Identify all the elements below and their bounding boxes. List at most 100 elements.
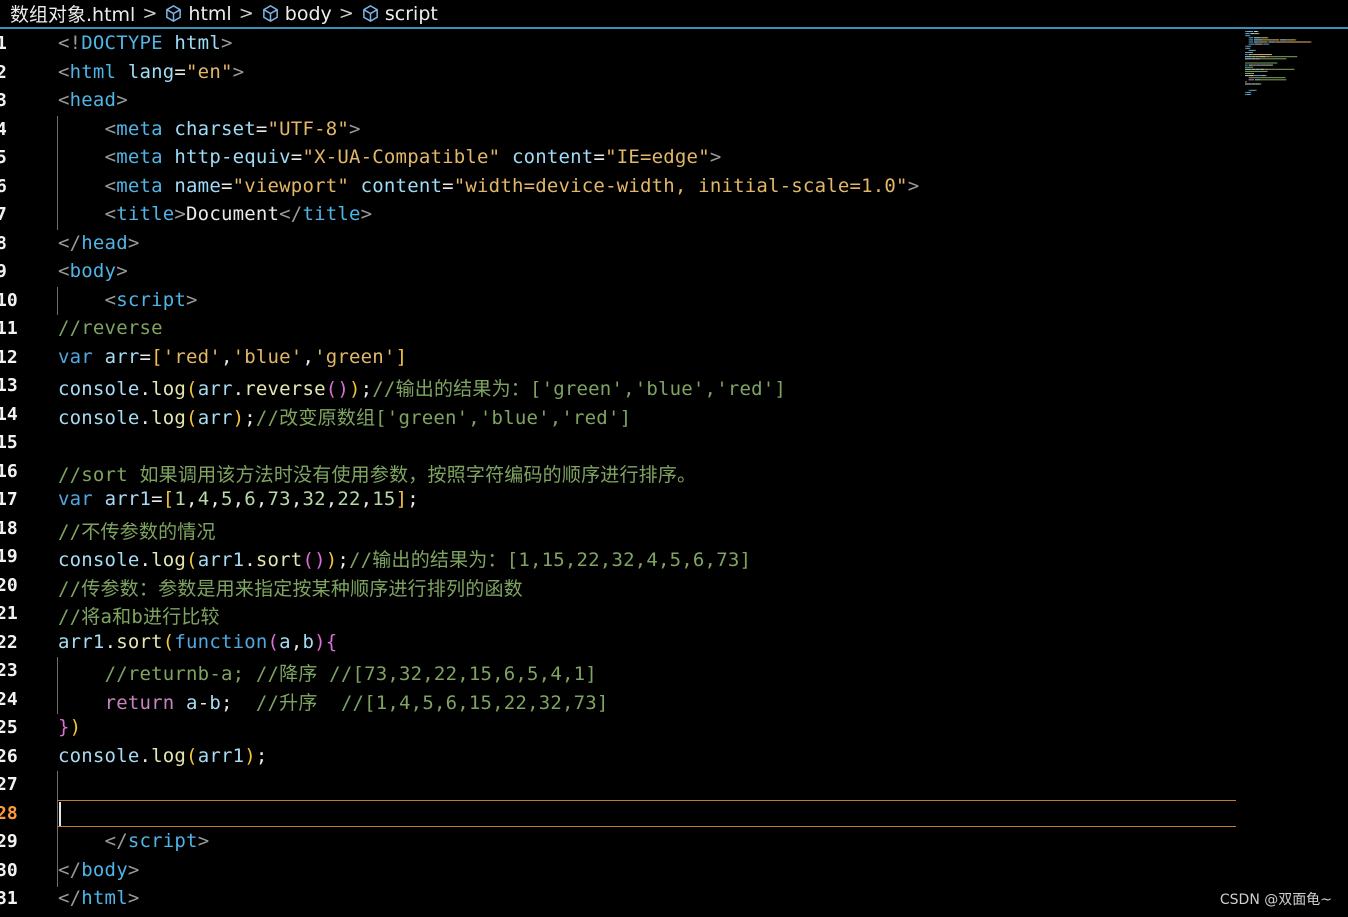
- breadcrumb-item-body[interactable]: body: [261, 3, 332, 25]
- line-number: 23: [0, 660, 18, 681]
- code-token: //改变原数组['green','blue','red']: [255, 406, 632, 429]
- code-token: //returnb-a; //降序 //[73,32,22,15,6,5,4,1…: [104, 663, 597, 685]
- code-line[interactable]: 18 //不传参数的情况: [0, 515, 1348, 544]
- minimap-stroke: [1274, 41, 1276, 43]
- code-line[interactable]: 11 //reverse: [0, 315, 1348, 344]
- minimap-stroke: [1258, 56, 1260, 58]
- minimap-stroke: [1254, 33, 1255, 35]
- minimap-stroke: [1265, 75, 1267, 77]
- code-line[interactable]: 23 //returnb-a; //降序 //[73,32,22,15,6,5,…: [0, 657, 1348, 686]
- minimap-stroke: [1255, 68, 1260, 70]
- minimap-stroke: [1310, 41, 1312, 43]
- minimap-stroke: [1266, 68, 1268, 70]
- code-line[interactable]: 6 <meta name="viewport" content="width=d…: [0, 173, 1348, 202]
- code-line[interactable]: 3 <head>: [0, 87, 1348, 116]
- code-line[interactable]: 1 <!DOCTYPE html>: [0, 30, 1348, 59]
- code-line[interactable]: 13 console.log(arr.reverse());//输出的结果为：['…: [0, 372, 1348, 401]
- minimap-stroke: [1245, 31, 1247, 32]
- breadcrumb-file-label: 数组对象.html: [10, 4, 136, 26]
- minimap-stroke: [1248, 41, 1250, 43]
- minimap-stroke: [1260, 68, 1264, 70]
- minimap-stroke: [1254, 83, 1256, 85]
- code-line[interactable]: 26 console.log(arr1);: [0, 743, 1348, 772]
- minimap-stroke: [1263, 64, 1266, 66]
- code-editor[interactable]: 1 <!DOCTYPE html> 2 <html lang="en"> 3 <head>…: [0, 30, 1348, 917]
- code-text: arr1.sort(function(a,b){: [58, 631, 337, 653]
- chevron-right-icon: >: [142, 3, 158, 24]
- minimap-stroke: [1249, 39, 1254, 41]
- code-line[interactable]: 21 //将a和b进行比较: [0, 600, 1348, 629]
- code-line[interactable]: 28: [0, 800, 1348, 829]
- code-line[interactable]: 4 <meta charset="UTF-8">: [0, 116, 1348, 145]
- code-line[interactable]: 30 </body>: [0, 857, 1348, 886]
- code-token: (: [186, 378, 198, 400]
- code-line[interactable]: 5 <meta http-equiv="X-UA-Compatible" con…: [0, 144, 1348, 173]
- code-token: (: [162, 630, 175, 653]
- code-token: //输出的结果为：[1,15,22,32,4,5,6,73]: [349, 549, 752, 571]
- minimap-stroke: [1255, 89, 1257, 91]
- line-number: 24: [0, 688, 18, 710]
- code-line[interactable]: 12 var arr=['red','blue','green']: [0, 344, 1348, 373]
- minimap-stroke: [1245, 54, 1248, 56]
- line-number: 27: [0, 774, 18, 795]
- code-token: arr: [197, 378, 233, 400]
- code-token: </: [104, 830, 128, 852]
- code-line[interactable]: 7 <title>Document</title>: [0, 201, 1348, 230]
- code-line[interactable]: 8 </head>: [0, 230, 1348, 259]
- breadcrumb-file[interactable]: 数组对象.html: [10, 0, 135, 27]
- chevron-right-icon: >: [238, 3, 254, 24]
- code-line[interactable]: 31 </html>: [0, 885, 1348, 914]
- code-line[interactable]: 17 var arr1=[1,4,5,6,73,32,22,15];: [0, 486, 1348, 515]
- minimap-stroke: [1249, 47, 1251, 49]
- minimap-stroke: [1267, 37, 1269, 39]
- minimap-stroke: [1259, 83, 1261, 85]
- code-line[interactable]: 19 console.log(arr1.sort());//输出的结果为：[1,1…: [0, 543, 1348, 572]
- code-token: <: [104, 174, 117, 197]
- minimap-stroke: [1295, 39, 1297, 41]
- code-text: <html lang="en">: [58, 61, 244, 83]
- minimap-stroke: [1245, 94, 1247, 95]
- breadcrumb-item-html[interactable]: html: [164, 3, 232, 25]
- breadcrumb-item-script[interactable]: script: [361, 3, 438, 25]
- minimap-stroke: [1251, 83, 1253, 85]
- code-line[interactable]: 24 return a-b; //升序 //[1,4,5,6,15,22,32,…: [0, 686, 1348, 715]
- code-line[interactable]: 20 //传参数：参数是用来指定按某种顺序进行排列的函数: [0, 572, 1348, 601]
- code-token: ;: [360, 378, 373, 400]
- code-token: ;: [220, 691, 256, 714]
- minimap-stroke: [1258, 33, 1260, 35]
- code-token: >: [127, 858, 140, 881]
- code-line[interactable]: 10 <script>: [0, 287, 1348, 316]
- code-token: ,: [290, 630, 303, 653]
- code-token: head: [81, 231, 128, 254]
- minimap-stroke: [1264, 75, 1266, 77]
- code-token: >: [116, 260, 128, 282]
- code-line[interactable]: 16 //sort 如果调用该方法时没有使用参数，按照字符编码的顺序进行排序。: [0, 458, 1348, 487]
- code-line[interactable]: 25}): [0, 714, 1348, 743]
- code-line[interactable]: 22 arr1.sort(function(a,b){: [0, 629, 1348, 658]
- code-token: <: [104, 117, 117, 140]
- code-line[interactable]: 27: [0, 771, 1348, 800]
- code-line[interactable]: 29 </script>: [0, 828, 1348, 857]
- code-token: >: [709, 146, 722, 168]
- minimap-stroke: [1258, 58, 1260, 60]
- code-line[interactable]: 15: [0, 429, 1348, 458]
- minimap-stroke: [1245, 64, 1248, 66]
- minimap-stroke: [1263, 64, 1264, 66]
- code-token: <: [58, 60, 70, 83]
- code-line[interactable]: 2 <html lang="en">: [0, 59, 1348, 88]
- minimap[interactable]: [1243, 30, 1323, 100]
- code-line[interactable]: 9 <body>: [0, 258, 1348, 287]
- minimap-stroke: [1258, 54, 1264, 56]
- minimap-stroke: [1256, 79, 1258, 81]
- code-line[interactable]: 14 console.log(arr);//改变原数组['green','blue…: [0, 401, 1348, 430]
- code-token: ): [349, 378, 361, 400]
- code-text: </script>: [58, 830, 210, 852]
- code-text: console.log(arr);//改变原数组['green','blue',…: [58, 403, 631, 430]
- code-token: console: [58, 744, 140, 767]
- code-token: log: [151, 744, 187, 767]
- minimap-stroke: [1259, 58, 1261, 60]
